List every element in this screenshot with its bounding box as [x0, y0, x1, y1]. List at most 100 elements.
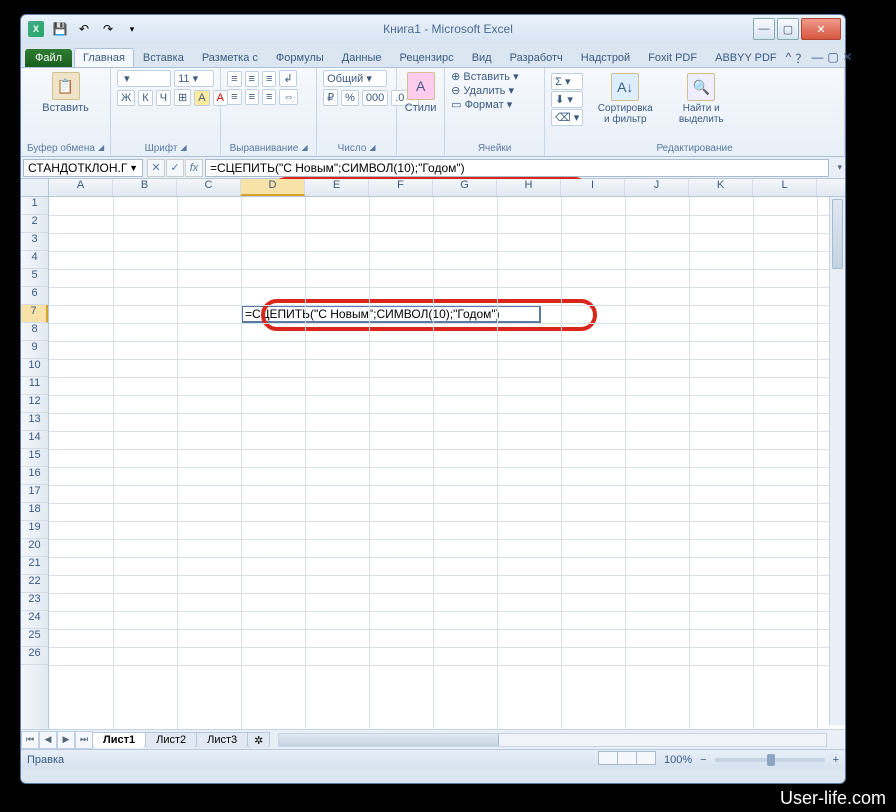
currency-button[interactable]: ₽	[323, 89, 338, 106]
tab-file[interactable]: Файл	[25, 49, 72, 67]
font-launcher-icon[interactable]: ◢	[180, 143, 186, 154]
number-launcher-icon[interactable]: ◢	[369, 143, 375, 154]
tab-addins[interactable]: Надстрой	[572, 48, 639, 67]
tab-abbyy[interactable]: ABBYY PDF	[706, 48, 786, 67]
column-header-K[interactable]: K	[689, 179, 753, 196]
fill-button[interactable]: ⬇ ▾	[551, 91, 583, 108]
row-header-13[interactable]: 13	[21, 413, 48, 431]
active-cell-editor[interactable]: =СЦЕПИТЬ("С Новым";СИМВОЛ(10);"Годом")	[241, 305, 541, 323]
row-header-11[interactable]: 11	[21, 377, 48, 395]
row-header-16[interactable]: 16	[21, 467, 48, 485]
align-center-button[interactable]: ≡	[245, 89, 259, 105]
qat-redo-icon[interactable]: ↷	[97, 18, 119, 40]
column-header-F[interactable]: F	[369, 179, 433, 196]
expand-formula-bar-icon[interactable]: ▾	[837, 162, 842, 173]
sheet-nav-next-icon[interactable]: ▶	[57, 731, 75, 749]
row-header-21[interactable]: 21	[21, 557, 48, 575]
align-top-button[interactable]: ≡	[227, 71, 241, 87]
tab-page-layout[interactable]: Разметка с	[193, 48, 267, 67]
column-header-E[interactable]: E	[305, 179, 369, 196]
align-bottom-button[interactable]: ≡	[262, 71, 276, 87]
tab-data[interactable]: Данные	[333, 48, 391, 67]
row-header-22[interactable]: 22	[21, 575, 48, 593]
number-format-select[interactable]: Общий ▾	[323, 70, 387, 87]
close-button[interactable]: ✕	[801, 18, 841, 40]
bold-button[interactable]: Ж	[117, 90, 135, 106]
hscroll-thumb[interactable]	[279, 734, 499, 746]
row-header-1[interactable]: 1	[21, 197, 48, 215]
wrap-text-button[interactable]: ↲	[279, 70, 296, 87]
row-header-25[interactable]: 25	[21, 629, 48, 647]
clear-button[interactable]: ⌫ ▾	[551, 109, 583, 126]
fill-color-button[interactable]: A	[194, 90, 209, 106]
zoom-slider-knob[interactable]	[767, 754, 775, 766]
autosum-button[interactable]: Σ ▾	[551, 73, 583, 90]
comma-button[interactable]: 000	[362, 90, 388, 106]
row-header-5[interactable]: 5	[21, 269, 48, 287]
help-icon[interactable]: ？	[795, 50, 807, 67]
row-header-9[interactable]: 9	[21, 341, 48, 359]
vertical-scrollbar[interactable]	[829, 197, 845, 725]
format-cells-button[interactable]: ▭ Формат ▾	[451, 98, 512, 111]
cells-area[interactable]: =СЦЕПИТЬ("С Новым";СИМВОЛ(10);"Годом")	[49, 197, 845, 729]
cancel-formula-button[interactable]: ✕	[147, 159, 165, 177]
column-header-L[interactable]: L	[753, 179, 817, 196]
tab-developer[interactable]: Разработч	[501, 48, 572, 67]
horizontal-scrollbar[interactable]	[278, 733, 827, 747]
row-header-23[interactable]: 23	[21, 593, 48, 611]
row-header-4[interactable]: 4	[21, 251, 48, 269]
column-header-H[interactable]: H	[497, 179, 561, 196]
minimize-button[interactable]: —	[753, 18, 775, 40]
row-header-12[interactable]: 12	[21, 395, 48, 413]
ribbon-minimize-icon[interactable]: ^	[786, 50, 792, 67]
column-header-A[interactable]: A	[49, 179, 113, 196]
merge-button[interactable]: ⇔	[279, 89, 298, 105]
name-box[interactable]: СТАНДОТКЛОН.Г ▼	[23, 159, 143, 177]
sheet-tab-3[interactable]: Лист3	[196, 732, 248, 748]
sheet-nav-first-icon[interactable]: ⏮	[21, 731, 39, 749]
font-name-select[interactable]: ▾	[117, 70, 171, 87]
qat-save-icon[interactable]: 💾	[49, 18, 71, 40]
accept-formula-button[interactable]: ✓	[166, 159, 184, 177]
qat-customize-icon[interactable]: ▾	[121, 18, 143, 40]
row-header-15[interactable]: 15	[21, 449, 48, 467]
delete-cells-button[interactable]: ⊖ Удалить ▾	[451, 84, 514, 97]
insert-function-button[interactable]: fx	[185, 159, 203, 177]
align-left-button[interactable]: ≡	[227, 89, 241, 105]
maximize-button[interactable]: ▢	[777, 18, 799, 40]
name-box-dropdown-icon[interactable]: ▼	[129, 163, 138, 173]
column-header-I[interactable]: I	[561, 179, 625, 196]
row-header-7[interactable]: 7	[21, 305, 48, 323]
page-break-view-button[interactable]	[636, 751, 656, 765]
tab-foxit[interactable]: Foxit PDF	[639, 48, 706, 67]
row-header-20[interactable]: 20	[21, 539, 48, 557]
zoom-out-button[interactable]: −	[700, 754, 706, 766]
new-sheet-button[interactable]: ✲	[247, 732, 270, 748]
column-header-J[interactable]: J	[625, 179, 689, 196]
border-button[interactable]: ⊞	[174, 89, 191, 106]
find-select-button[interactable]: 🔍 Найти и выделить	[667, 71, 735, 127]
column-header-D[interactable]: D	[241, 179, 305, 196]
row-header-18[interactable]: 18	[21, 503, 48, 521]
paste-button[interactable]: 📋 Вставить	[27, 70, 104, 116]
zoom-level[interactable]: 100%	[664, 754, 692, 766]
tab-review[interactable]: Рецензирс	[391, 48, 463, 67]
row-header-26[interactable]: 26	[21, 647, 48, 665]
sheet-tab-2[interactable]: Лист2	[145, 732, 197, 748]
row-header-14[interactable]: 14	[21, 431, 48, 449]
select-all-corner[interactable]	[21, 179, 49, 196]
clipboard-launcher-icon[interactable]: ◢	[98, 143, 104, 154]
row-header-6[interactable]: 6	[21, 287, 48, 305]
mdi-min-icon[interactable]: —	[811, 50, 823, 67]
align-right-button[interactable]: ≡	[262, 89, 276, 105]
tab-formulas[interactable]: Формулы	[267, 48, 333, 67]
row-header-3[interactable]: 3	[21, 233, 48, 251]
mdi-close-icon[interactable]: ✕	[843, 50, 853, 67]
mdi-max-icon[interactable]: ▢	[827, 50, 838, 67]
row-header-8[interactable]: 8	[21, 323, 48, 341]
zoom-in-button[interactable]: +	[833, 754, 839, 766]
row-header-17[interactable]: 17	[21, 485, 48, 503]
column-header-C[interactable]: C	[177, 179, 241, 196]
column-header-G[interactable]: G	[433, 179, 497, 196]
font-size-select[interactable]: 11 ▾	[174, 70, 214, 87]
